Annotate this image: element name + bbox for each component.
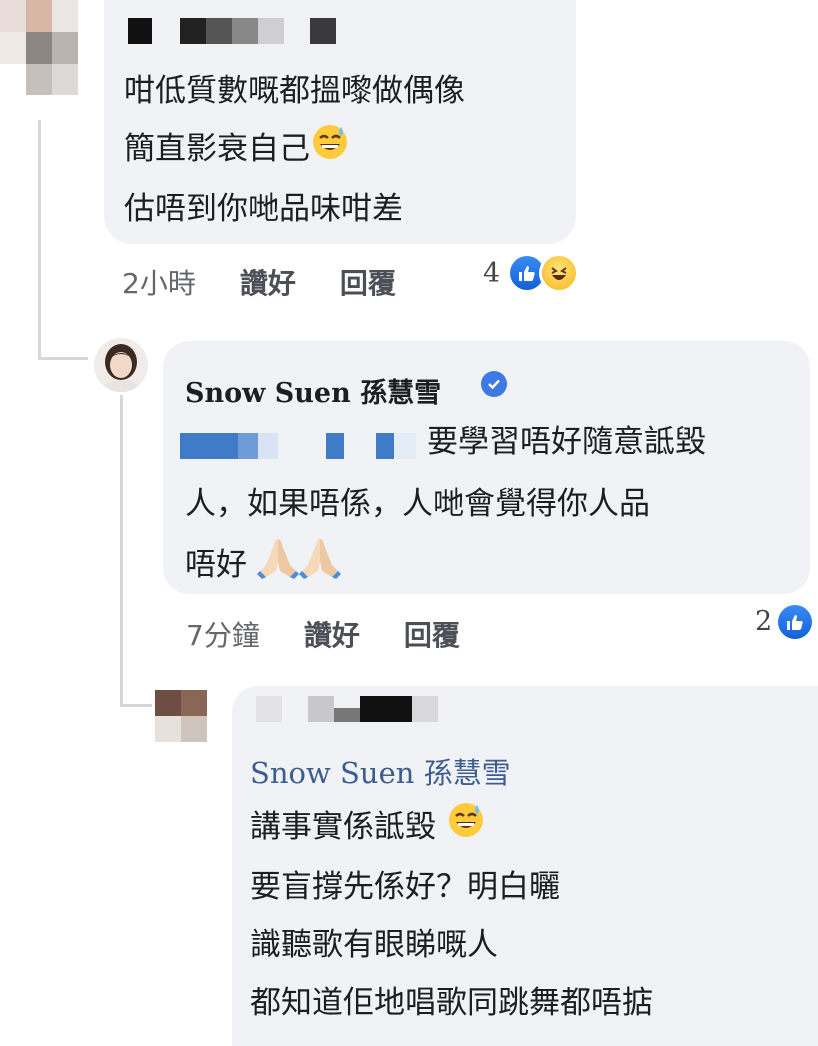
comment-line: 識聽歌有眼睇嘅人 [250, 927, 498, 963]
reaction-count[interactable]: 4 [483, 258, 500, 289]
reply-button[interactable]: 回覆 [340, 262, 396, 302]
comment-line: 都知道佢地唱歌同跳舞都唔掂 [250, 985, 653, 1021]
like-button[interactable]: 讚好 [240, 262, 296, 302]
comment-line: 咁低質數嘅都搵嚟做偶像 [124, 73, 465, 109]
author-name[interactable]: Snow Suen 孫慧雪 [185, 371, 441, 410]
reaction-count[interactable]: 2 [755, 606, 772, 637]
comment-bubble-reply-2: Snow Suen 孫慧雪 講事實係詆毀 要盲撐先係好？明白曬 識聽歌有眼睇嘅人… [232, 686, 818, 1046]
author-name-pixelated-2[interactable] [256, 696, 456, 722]
like-button[interactable]: 讚好 [304, 614, 360, 654]
author-name-pixelated-1[interactable] [128, 18, 368, 44]
sweat-smile-emoji-icon [446, 799, 486, 858]
comment-bubble-1: 咁低質數嘅都搵嚟做偶像 簡直影衰自己 估唔到你哋品味咁差 [104, 0, 576, 244]
mentioned-user-pixelated[interactable] [180, 433, 416, 459]
comment-line: 簡直影衰自己 [124, 131, 310, 167]
thread-line-reply-branch [120, 704, 152, 707]
folded-hands-emoji-icon [256, 535, 341, 598]
like-icon[interactable] [778, 605, 812, 639]
comment-line: 要學習唔好隨意詆毀 [427, 424, 706, 460]
thread-line-reply [120, 395, 123, 707]
comment-bubble-reply-1: Snow Suen 孫慧雪 要學習唔好隨意詆毀 人，如果唔係，人哋會覺得你人品 … [163, 341, 810, 594]
comment-timestamp[interactable]: 2小時 [122, 262, 196, 302]
avatar-commenter-1[interactable] [0, 0, 78, 95]
verified-badge-icon [481, 371, 507, 397]
comment-timestamp[interactable]: 7分鐘 [186, 614, 260, 654]
thread-line-main-branch [38, 357, 88, 360]
avatar-commenter-2[interactable] [155, 690, 207, 742]
mention-snow-suen[interactable]: Snow Suen 孫慧雪 [250, 750, 511, 792]
reply-button[interactable]: 回覆 [404, 614, 460, 654]
comment-line: 講事實係詆毀 [250, 809, 436, 845]
avatar-snow-suen[interactable] [94, 338, 148, 392]
comment-line: 要盲撐先係好？明白曬 [250, 869, 560, 905]
comment-line: 唔好 [185, 547, 247, 583]
thread-line-main [38, 120, 41, 360]
haha-icon[interactable] [542, 256, 576, 290]
like-icon[interactable] [510, 256, 544, 290]
comment-line: 估唔到你哋品味咁差 [124, 191, 403, 227]
comment-line: 人，如果唔係，人哋會覺得你人品 [185, 486, 650, 522]
sweat-smile-emoji-icon [310, 121, 350, 180]
